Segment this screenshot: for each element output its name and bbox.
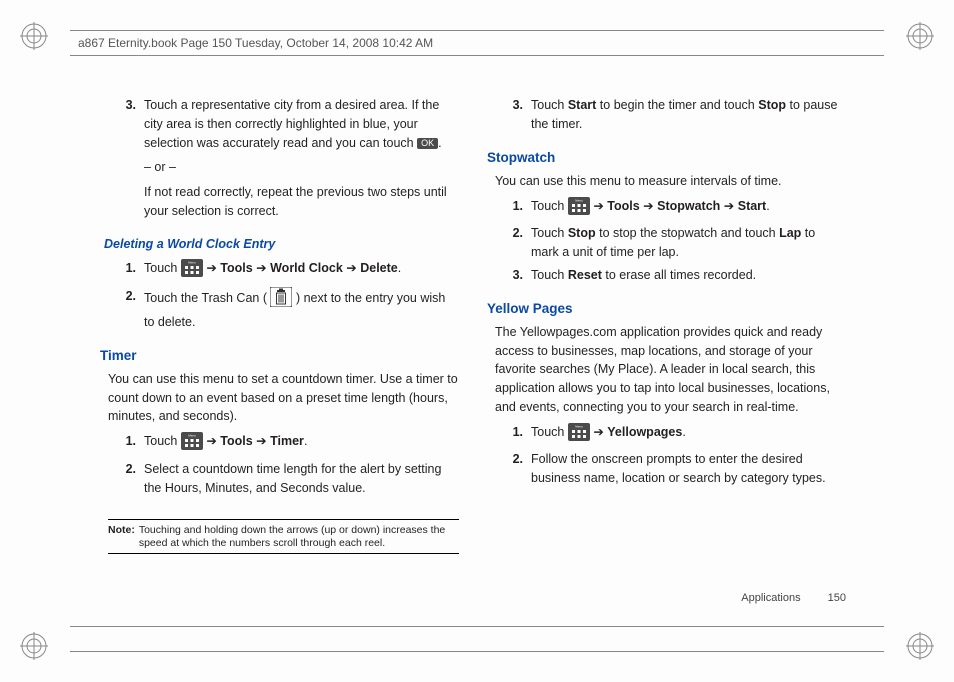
note-text: Touching and holding down the arrows (up… <box>139 524 459 549</box>
crop-mark-bottom-left <box>20 632 48 660</box>
list-item: 1. Touch ➔ Tools ➔ Timer. <box>108 432 459 456</box>
step-number: 1. <box>495 197 531 221</box>
menu-icon <box>568 423 590 447</box>
note-block: Note: Touching and holding down the arro… <box>108 519 459 554</box>
right-column: 3. Touch Start to begin the timer and to… <box>495 96 846 612</box>
content-area: 3. Touch a representative city from a de… <box>108 96 846 612</box>
crop-mark-bottom-right <box>906 632 934 660</box>
crop-mark-top-right <box>906 22 934 50</box>
step-number: 2. <box>108 287 144 332</box>
menu-icon <box>568 197 590 221</box>
step-text: Touch ➔ Tools ➔ World Clock ➔ Delete. <box>144 259 459 283</box>
step-text: Touch ➔ Tools ➔ Stopwatch ➔ Start. <box>531 197 846 221</box>
timer-intro: You can use this menu to set a countdown… <box>108 370 459 426</box>
list-item: 1. Touch ➔ Yellowpages. <box>495 423 846 447</box>
step-number: 1. <box>108 259 144 283</box>
ok-button-icon: OK <box>417 138 438 149</box>
trash-icon <box>270 287 292 313</box>
list-item: 1. Touch ➔ Tools ➔ World Clock ➔ Delete. <box>108 259 459 283</box>
page-footer-line <box>70 626 884 652</box>
heading-stopwatch: Stopwatch <box>487 148 846 168</box>
step-text: Touch Stop to stop the stopwatch and tou… <box>531 224 846 262</box>
step-text: Select a countdown time length for the a… <box>144 460 459 498</box>
step-number: 1. <box>108 432 144 456</box>
list-item: 3. Touch Start to begin the timer and to… <box>495 96 846 134</box>
step-text: Touch Reset to erase all times recorded. <box>531 266 846 285</box>
step-number: 3. <box>495 96 531 134</box>
list-item: 2. Touch the Trash Can ( ) next to the e… <box>108 287 459 332</box>
step-text: Touch Start to begin the timer and touch… <box>531 96 846 134</box>
list-item: 1. Touch ➔ Tools ➔ Stopwatch ➔ Start. <box>495 197 846 221</box>
step-number: 2. <box>495 450 531 488</box>
heading-yellow-pages: Yellow Pages <box>487 299 846 319</box>
list-item: 2. Select a countdown time length for th… <box>108 460 459 498</box>
menu-icon <box>181 432 203 456</box>
header-text: a867 Eternity.book Page 150 Tuesday, Oct… <box>78 34 433 52</box>
menu-icon <box>181 259 203 283</box>
page-root: a867 Eternity.book Page 150 Tuesday, Oct… <box>0 0 954 682</box>
stopwatch-intro: You can use this menu to measure interva… <box>495 172 846 191</box>
step-text: Follow the onscreen prompts to enter the… <box>531 450 846 488</box>
left-column: 3. Touch a representative city from a de… <box>108 96 459 612</box>
list-item: 2. Touch Stop to stop the stopwatch and … <box>495 224 846 262</box>
step-number: 3. <box>108 96 144 221</box>
step-number: 2. <box>108 460 144 498</box>
crop-mark-top-left <box>20 22 48 50</box>
heading-timer: Timer <box>100 346 459 366</box>
footer-section: Applications <box>741 592 800 604</box>
yellowpages-intro: The Yellowpages.com application provides… <box>495 323 846 417</box>
step-text: Touch ➔ Tools ➔ Timer. <box>144 432 459 456</box>
subheading-deleting-world-clock: Deleting a World Clock Entry <box>104 235 459 254</box>
step-number: 3. <box>495 266 531 285</box>
step-text: Touch the Trash Can ( ) next to the entr… <box>144 287 459 332</box>
page-header: a867 Eternity.book Page 150 Tuesday, Oct… <box>70 30 884 56</box>
step-text: Touch ➔ Yellowpages. <box>531 423 846 447</box>
step-number: 1. <box>495 423 531 447</box>
list-item: 3. Touch a representative city from a de… <box>108 96 459 221</box>
note-label: Note: <box>108 524 135 549</box>
list-item: 2. Follow the onscreen prompts to enter … <box>495 450 846 488</box>
page-footer-text: Applications 150 <box>741 590 846 607</box>
step-number: 2. <box>495 224 531 262</box>
step-text: Touch a representative city from a desir… <box>144 96 459 221</box>
footer-page-number: 150 <box>828 592 846 604</box>
list-item: 3. Touch Reset to erase all times record… <box>495 266 846 285</box>
